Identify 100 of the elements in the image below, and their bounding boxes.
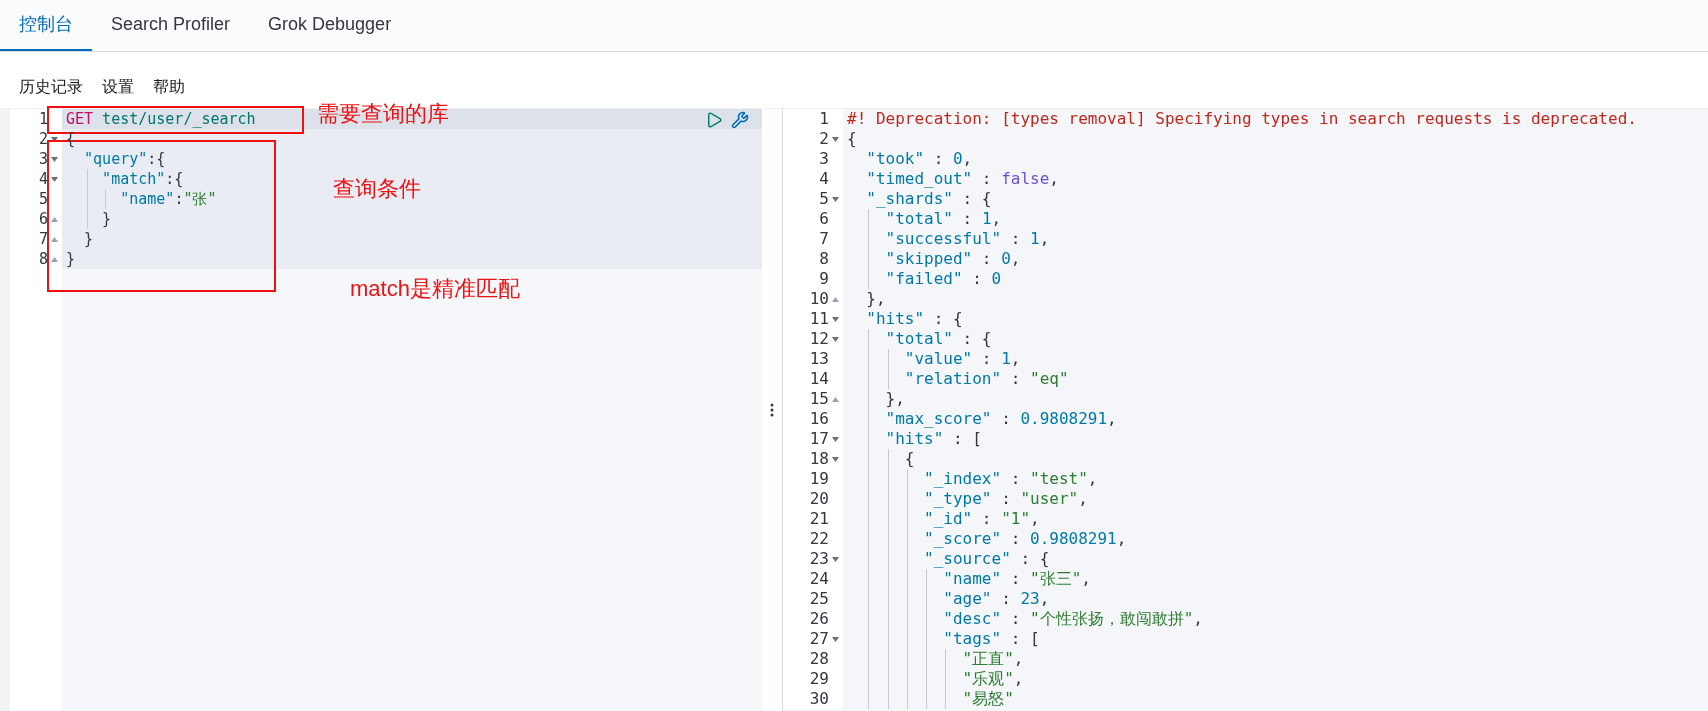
line-number: 25 bbox=[809, 588, 829, 610]
line-number: 4 bbox=[819, 168, 829, 190]
code-line: GET test/user/_search bbox=[66, 110, 256, 128]
line-number: 19 bbox=[809, 468, 829, 490]
line-number: 30 bbox=[809, 688, 829, 710]
fold-arrow-icon[interactable] bbox=[51, 156, 58, 162]
fold-arrow-icon[interactable] bbox=[832, 436, 839, 442]
line-number: 6 bbox=[819, 208, 829, 230]
annotation-label: match是精准匹配 bbox=[350, 275, 520, 303]
line-number: 5 bbox=[819, 188, 829, 210]
code-line: "relation" : "eq" bbox=[903, 369, 1069, 388]
line-number: 13 bbox=[809, 348, 829, 370]
line-number: 27 bbox=[809, 628, 829, 650]
code-line: } bbox=[101, 210, 112, 228]
code-line: { bbox=[903, 449, 915, 468]
fold-arrow-icon[interactable] bbox=[832, 136, 839, 142]
fold-arrow-icon[interactable] bbox=[832, 316, 839, 322]
wrench-icon[interactable] bbox=[731, 111, 749, 129]
line-number: 22 bbox=[809, 528, 829, 550]
code-line: "took" : 0, bbox=[865, 149, 973, 168]
code-line: "match":{ bbox=[101, 170, 184, 188]
fold-arrow-icon[interactable] bbox=[51, 256, 58, 262]
code-line: "query":{ bbox=[83, 150, 166, 168]
fold-arrow-icon[interactable] bbox=[51, 136, 58, 142]
code-line: "_shards" : { bbox=[865, 189, 992, 208]
code-line: }, bbox=[865, 289, 886, 308]
drag-handle-icon[interactable] bbox=[770, 403, 774, 417]
line-number: 24 bbox=[809, 568, 829, 590]
fold-arrow-icon[interactable] bbox=[832, 636, 839, 642]
code-line: "易怒" bbox=[961, 689, 1014, 708]
code-line: }, bbox=[884, 389, 905, 408]
line-number: 18 bbox=[809, 448, 829, 470]
code-line: "乐观", bbox=[961, 669, 1024, 688]
menu-link[interactable]: 帮助 bbox=[153, 75, 185, 99]
fold-arrow-icon[interactable] bbox=[832, 196, 839, 202]
line-number: 10 bbox=[809, 288, 829, 310]
run-icon[interactable] bbox=[705, 111, 723, 129]
code-line: "tags" : [ bbox=[942, 629, 1040, 648]
code-line: "hits" : { bbox=[865, 309, 963, 328]
line-number: 14 bbox=[809, 368, 829, 390]
code-line: "timed_out" : false, bbox=[865, 169, 1059, 188]
fold-arrow-icon[interactable] bbox=[832, 296, 839, 302]
code-line: { bbox=[847, 129, 857, 148]
code-line: "successful" : 1, bbox=[884, 229, 1050, 248]
line-number: 11 bbox=[809, 308, 829, 330]
tab[interactable]: Search Profiler bbox=[92, 0, 250, 51]
code-line: } bbox=[83, 230, 94, 248]
fold-arrow-icon[interactable] bbox=[51, 176, 58, 182]
line-number: 21 bbox=[809, 508, 829, 530]
fold-arrow-icon[interactable] bbox=[832, 456, 839, 462]
line-number: 4 bbox=[38, 168, 48, 190]
line-number: 16 bbox=[809, 408, 829, 430]
line-number: 3 bbox=[38, 148, 48, 170]
code-line: "_score" : 0.9808291, bbox=[923, 529, 1127, 548]
code-line: "_type" : "user", bbox=[923, 489, 1088, 508]
menu-link[interactable]: 历史记录 bbox=[19, 75, 83, 99]
line-number: 6 bbox=[38, 208, 48, 230]
code-line: "total" : { bbox=[884, 329, 992, 348]
annotation-label: 需要查询的库 bbox=[317, 100, 449, 128]
fold-arrow-icon[interactable] bbox=[832, 396, 839, 402]
code-line: "name" : "张三", bbox=[942, 569, 1091, 588]
code-line: "hits" : [ bbox=[884, 429, 982, 448]
code-line: "_id" : "1", bbox=[923, 509, 1040, 528]
line-number: 29 bbox=[809, 668, 829, 690]
line-number: 1 bbox=[819, 108, 829, 130]
line-number: 1 bbox=[38, 108, 48, 130]
line-number: 26 bbox=[809, 608, 829, 630]
code-line: "failed" : 0 bbox=[884, 269, 1002, 288]
code-line: #! Deprecation: [types removal] Specifying types in search requests is deprecated. bbox=[847, 109, 1637, 128]
code-line: "value" : 1, bbox=[903, 349, 1021, 368]
line-number: 15 bbox=[809, 388, 829, 410]
line-number: 7 bbox=[819, 228, 829, 250]
menu-link[interactable]: 设置 bbox=[102, 75, 134, 99]
line-number: 9 bbox=[819, 268, 829, 290]
fold-arrow-icon[interactable] bbox=[51, 216, 58, 222]
code-line: "skipped" : 0, bbox=[884, 249, 1021, 268]
tab[interactable]: Grok Debugger bbox=[249, 0, 411, 51]
code-line: "_source" : { bbox=[923, 549, 1050, 568]
fold-arrow-icon[interactable] bbox=[832, 336, 839, 342]
code-line: "age" : 23, bbox=[942, 589, 1050, 608]
code-line: } bbox=[66, 250, 76, 268]
line-number: 7 bbox=[38, 228, 48, 250]
line-number: 8 bbox=[819, 248, 829, 270]
annotation-label: 查询条件 bbox=[333, 175, 421, 203]
code-line: "total" : 1, bbox=[884, 209, 1002, 228]
code-line: "_index" : "test", bbox=[923, 469, 1098, 488]
line-number: 17 bbox=[809, 428, 829, 450]
code-line: "desc" : "个性张扬，敢闯敢拼", bbox=[942, 609, 1203, 628]
code-line: "max_score" : 0.9808291, bbox=[884, 409, 1117, 428]
line-number: 2 bbox=[38, 128, 48, 150]
line-number: 12 bbox=[809, 328, 829, 350]
line-number: 5 bbox=[38, 188, 48, 210]
line-number: 20 bbox=[809, 488, 829, 510]
fold-arrow-icon[interactable] bbox=[51, 236, 58, 242]
code-line: "正直", bbox=[961, 649, 1024, 668]
code-line: "name":"张" bbox=[119, 190, 217, 208]
fold-arrow-icon[interactable] bbox=[832, 556, 839, 562]
line-number: 2 bbox=[819, 128, 829, 150]
line-number: 3 bbox=[819, 148, 829, 170]
line-number: 28 bbox=[809, 648, 829, 670]
